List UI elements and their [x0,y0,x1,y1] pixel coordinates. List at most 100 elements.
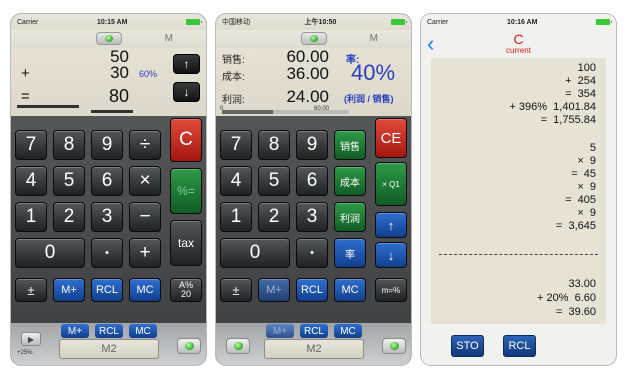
key-2[interactable]: 2 [258,202,290,232]
cost-button[interactable]: 成本 [334,166,366,196]
profit-button[interactable]: 利润 [334,202,366,232]
play-icon[interactable]: ▶ [21,332,41,346]
key-6[interactable]: 6 [91,166,123,196]
key-7[interactable]: 7 [220,130,252,160]
key-decimal[interactable]: • [296,238,328,268]
tape-line: × 9 [577,181,596,193]
key-multiply[interactable]: × [129,166,161,196]
scroll-up-button[interactable]: ↑ [173,54,200,74]
profit-display: 销售: 60.00 成本: 36.00 利润: 24.00 率: 40% (利润… [216,47,411,116]
tape-line: + 254 [565,75,596,87]
profit-label: 利润: [222,95,245,106]
status-bar: Carrier 10:15 AM [11,14,206,30]
key-5[interactable]: 5 [258,166,290,196]
down-arrow-button[interactable]: ↓ [375,242,407,268]
key-0[interactable]: 0 [220,238,290,268]
key-3[interactable]: 3 [296,202,328,232]
display-operator-equals: = [21,88,30,105]
clear-entry-button[interactable]: CE [375,118,407,158]
memory-clear-button[interactable]: MC [129,278,161,302]
key-minus[interactable]: − [129,202,161,232]
key-plus[interactable]: + [129,238,161,268]
key-6[interactable]: 6 [296,166,328,196]
green-led-icon[interactable] [177,338,201,354]
m2-plus-button[interactable]: M+ [61,324,89,338]
sales-button[interactable]: 销售 [334,130,366,160]
key-4[interactable]: 4 [15,166,47,196]
key-5[interactable]: 5 [53,166,85,196]
memory-plus-button[interactable]: M+ [53,278,85,302]
percent-equals-button[interactable]: %= [170,168,202,214]
clear-button[interactable]: C [170,118,202,162]
recall-button[interactable]: RCL [503,335,536,357]
display-divider [91,110,133,113]
tape-line: × 9 [577,207,596,219]
m2-recall-button[interactable]: RCL [95,324,123,338]
tape-line: = 3,645 [555,220,596,232]
memory-strip: ▶ +25% M+ RCL MC M2 [11,323,206,365]
memory-row: M [11,30,206,48]
rate-button[interactable]: 率 [334,238,366,268]
recall-button[interactable]: RCL [91,278,123,302]
rate-label: +25% [17,350,33,356]
profit-scale-fill [222,110,273,114]
memory-plus-button[interactable]: M+ [258,278,290,302]
profit-value: 24.00 [286,87,329,106]
times-quantity-button[interactable]: × Q1 [375,162,407,206]
clock: 上午10:50 [304,19,337,26]
tape-line: = 1,755.84 [540,114,596,126]
tape-line: = 39.60 [555,306,596,318]
key-divide[interactable]: ÷ [129,130,161,160]
tape-line: × 9 [577,155,596,167]
tape-line: = 405 [565,194,596,206]
tape-line: 5 [589,142,596,154]
tape-line: + 396% 1,401.84 [509,101,596,113]
key-decimal[interactable]: • [91,238,123,268]
tape-line: 100 [577,62,596,74]
power-led-icon[interactable] [95,32,122,45]
plus-minus-button[interactable]: ± [220,278,252,302]
m2-clear-button[interactable]: MC [129,324,157,338]
power-led-icon[interactable] [300,32,327,45]
m2-recall-button[interactable]: RCL [300,324,328,338]
carrier-label: Carrier [17,18,39,26]
recall-button[interactable]: RCL [296,278,328,302]
plus-minus-button[interactable]: ± [15,278,47,302]
clock: 10:15 AM [96,18,128,26]
scale-min-label: 0 [220,106,224,112]
display-line-3: 80 [108,86,129,106]
battery-icon [596,19,612,25]
nav-subtitle: current [506,46,531,55]
m2-clear-button[interactable]: MC [334,324,362,338]
status-bar: Carrier 10:16 AM [421,14,616,30]
key-4[interactable]: 4 [220,166,252,196]
store-button[interactable]: STO [451,335,484,357]
key-0[interactable]: 0 [15,238,85,268]
tax-button[interactable]: tax [170,220,202,266]
memory-row: M [216,30,411,48]
key-7[interactable]: 7 [15,130,47,160]
key-1[interactable]: 1 [220,202,252,232]
tape-line: = 45 [571,168,596,180]
profit-scale-bar [222,110,349,114]
key-1[interactable]: 1 [15,202,47,232]
tape-line: 33.00 [568,278,596,290]
memory-clear-button[interactable]: MC [334,278,366,302]
rate-value: 40% [351,60,396,85]
auto-percent-button[interactable]: A% 20 [170,278,202,302]
scroll-down-button[interactable]: ↓ [173,82,200,102]
display-divider [17,105,79,108]
key-8[interactable]: 8 [53,130,85,160]
markup-percent-button[interactable]: m=% [375,278,407,302]
key-3[interactable]: 3 [91,202,123,232]
m2-plus-button[interactable]: M+ [266,324,294,338]
key-2[interactable]: 2 [53,202,85,232]
green-led-icon[interactable] [382,338,406,354]
key-9[interactable]: 9 [91,130,123,160]
green-led-icon[interactable] [226,338,250,354]
display-line-2: 30 [110,63,129,82]
key-9[interactable]: 9 [296,130,328,160]
key-8[interactable]: 8 [258,130,290,160]
tape-line: + 20% 6.60 [536,292,596,304]
up-arrow-button[interactable]: ↑ [375,212,407,238]
